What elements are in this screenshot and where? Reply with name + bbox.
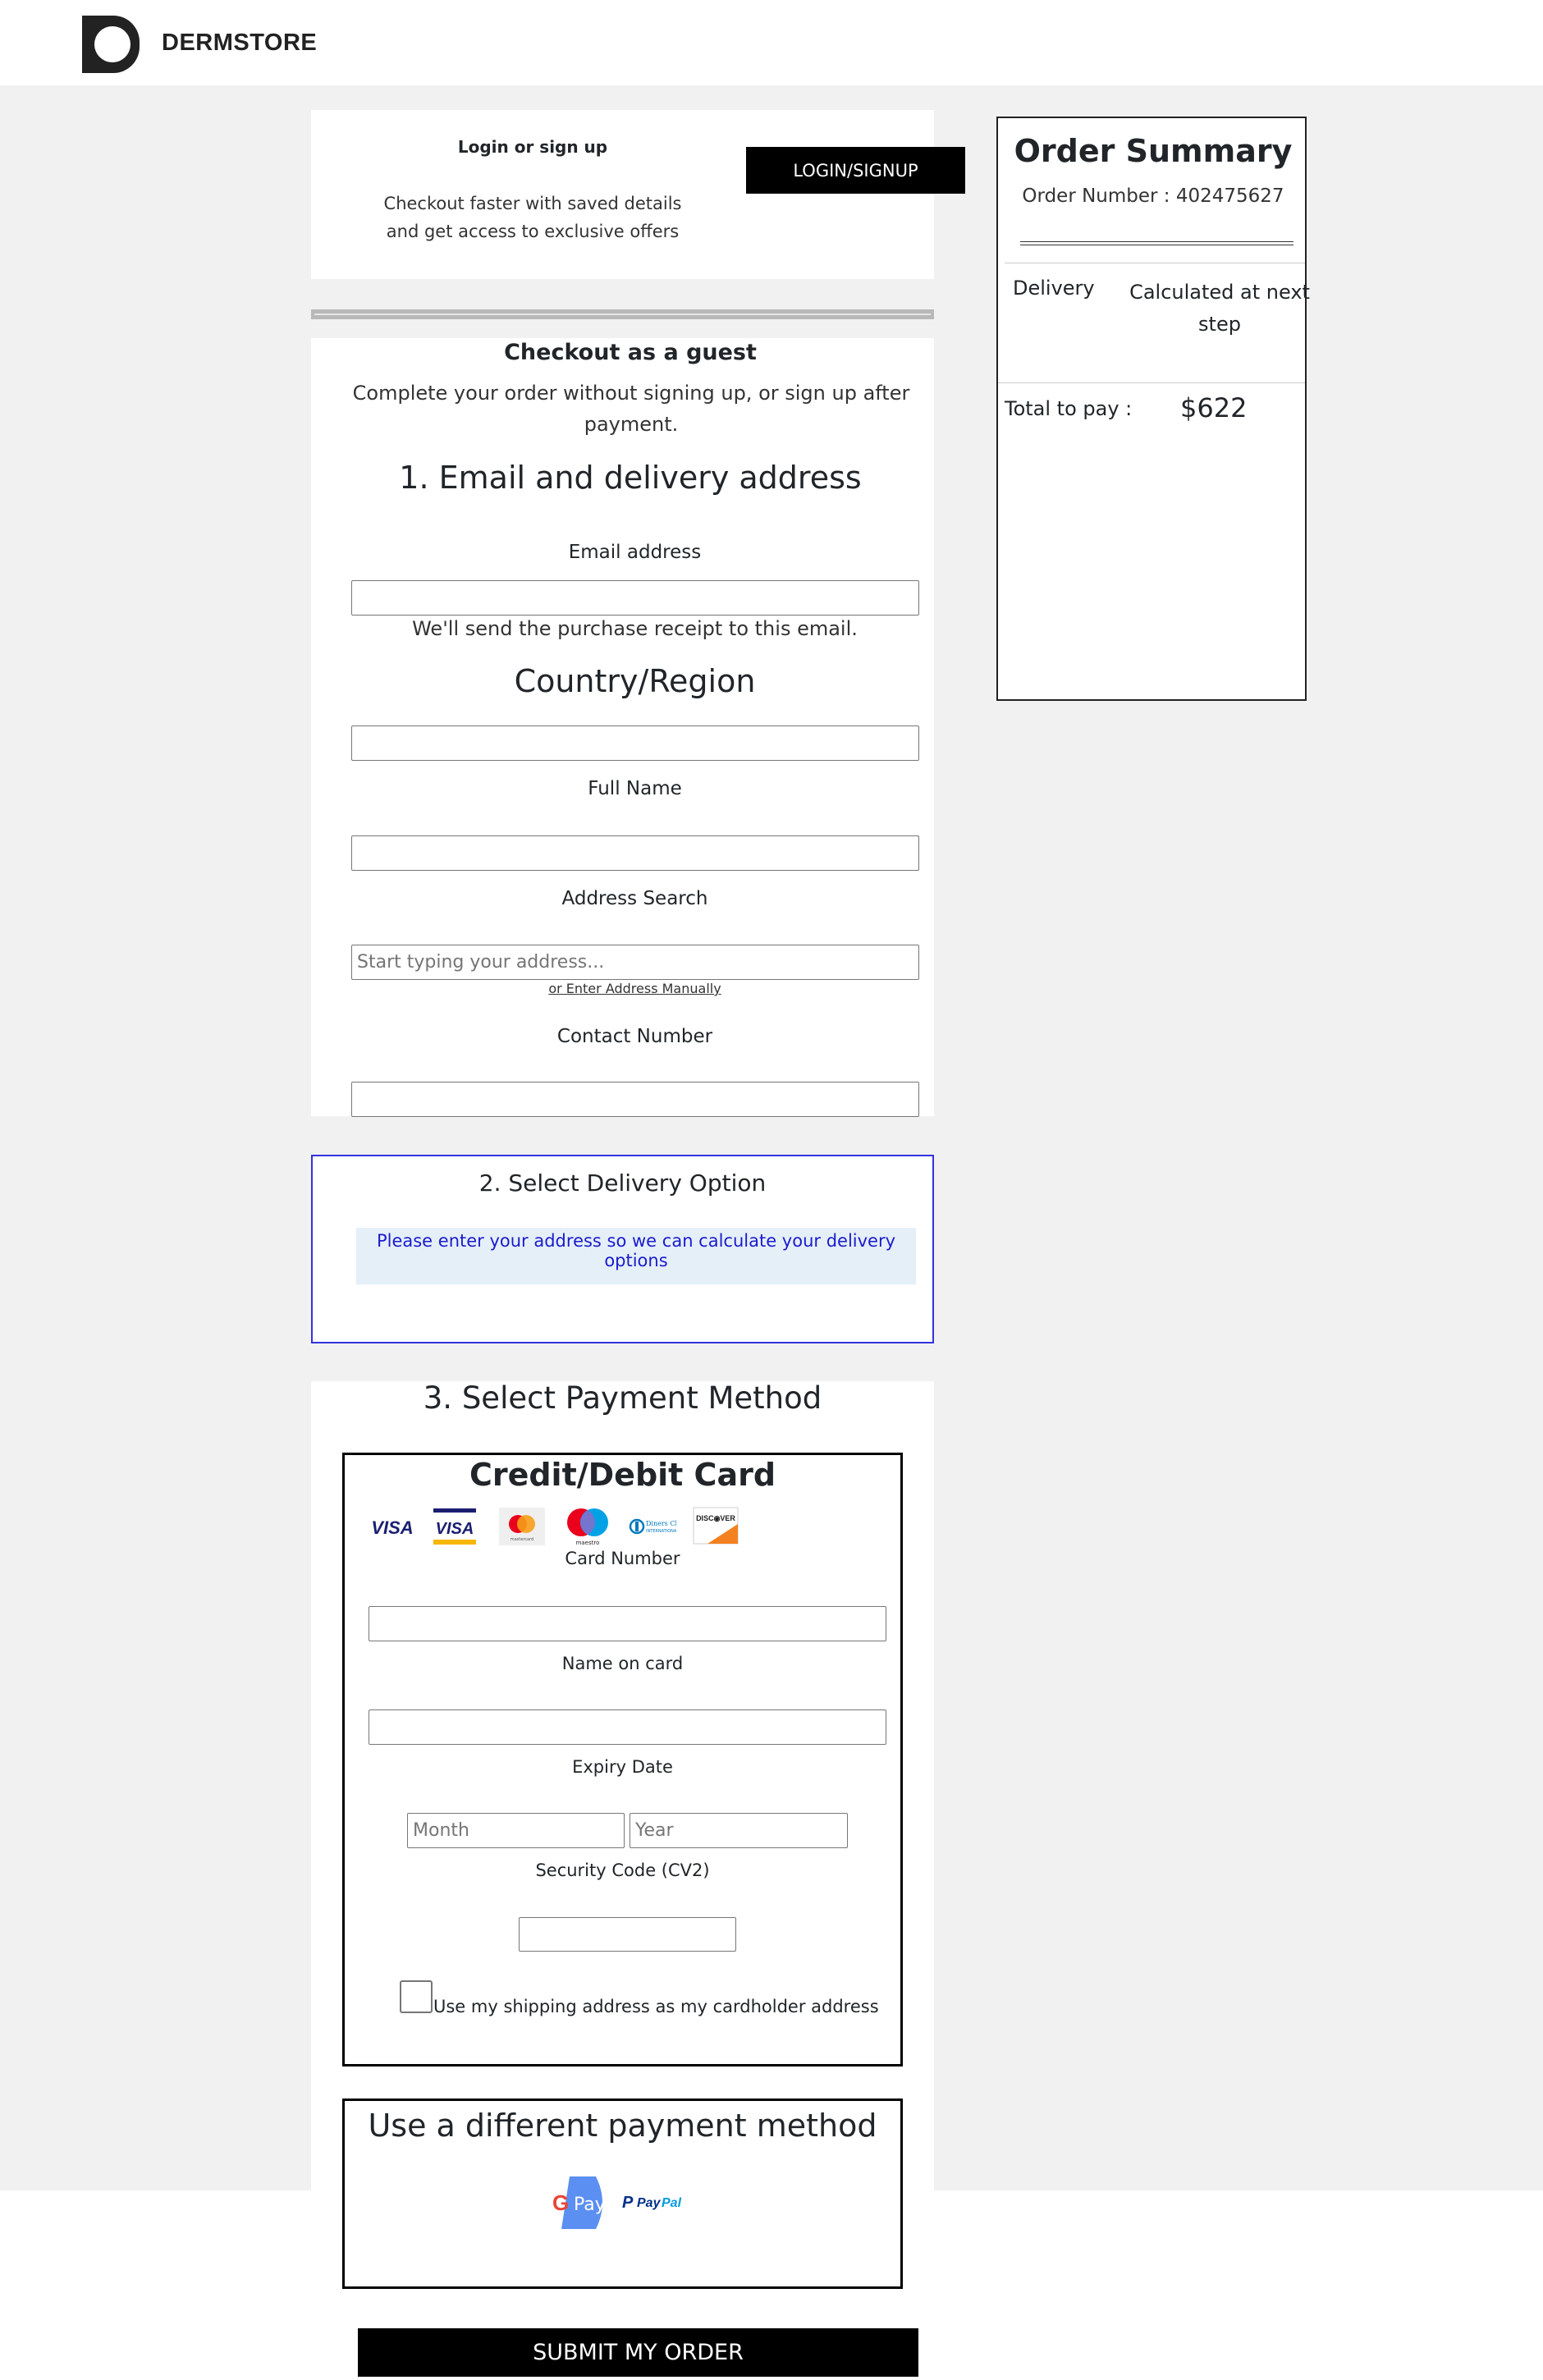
same-address-checkbox[interactable] — [400, 1980, 433, 2013]
guest-description: Complete your order without signing up, … — [352, 382, 910, 436]
email-hint: We'll send the purchase receipt to this … — [412, 617, 858, 640]
svg-text:maestro: maestro — [576, 1540, 600, 1546]
guest-title: Checkout as a guest — [504, 340, 757, 365]
svg-text:VISA: VISA — [371, 1517, 413, 1538]
discover-icon: DISC◉VER — [693, 1507, 739, 1545]
delivery-value: Calculated at next step — [1129, 281, 1310, 336]
login-title: Login or sign up — [457, 137, 608, 157]
expiry-year-input[interactable] — [630, 1813, 848, 1848]
svg-text:INTERNATIONAL: INTERNATIONAL — [646, 1529, 676, 1534]
email-label: Email address — [568, 542, 702, 563]
alternative-payment-panel: Use a different payment method G Pay P P… — [342, 2099, 903, 2289]
total-label: Total to pay : — [1005, 397, 1133, 420]
address-search-label: Address Search — [561, 888, 708, 909]
submit-order-button[interactable]: SUBMIT MY ORDER — [358, 2328, 918, 2377]
order-summary-title: Order Summary — [1014, 133, 1293, 169]
same-address-label[interactable]: Use my shipping address as my cardholder… — [433, 1997, 879, 2016]
delivery-label: Delivery — [1013, 277, 1095, 300]
address-search-input[interactable] — [351, 945, 919, 980]
dermstore-logo-icon[interactable] — [82, 16, 140, 73]
svg-text:Pay: Pay — [637, 2196, 662, 2210]
svg-text:mastercard: mastercard — [511, 1537, 533, 1542]
visa-classic-icon: VISA — [433, 1508, 476, 1545]
login-signup-button[interactable]: LOGIN/SIGNUP — [746, 147, 965, 194]
total-value: $622 — [1180, 392, 1248, 423]
section-divider — [311, 309, 934, 319]
svg-text:DISC◉VER: DISC◉VER — [696, 1514, 735, 1522]
brand-name[interactable]: DERMSTORE — [162, 30, 317, 57]
mastercard-icon: mastercard — [499, 1508, 545, 1545]
country-region-input[interactable] — [351, 725, 919, 761]
email-input[interactable] — [351, 580, 919, 616]
order-summary-panel: Order Summary Order Number : 402475627 D… — [996, 117, 1310, 701]
order-number: Order Number : 402475627 — [1022, 185, 1284, 207]
contact-number-label: Contact Number — [556, 1026, 713, 1047]
section3-title: 3. Select Payment Method — [423, 1380, 822, 1416]
svg-text:P: P — [622, 2194, 634, 2212]
security-code-input[interactable] — [519, 1917, 736, 1952]
login-description: Checkout faster with saved details and g… — [383, 194, 682, 241]
enter-address-manually-link[interactable]: or Enter Address Manually — [311, 981, 959, 996]
diners-club-icon: Diners Club INTERNATIONAL — [629, 1518, 676, 1535]
full-name-label: Full Name — [588, 778, 682, 799]
svg-text:G: G — [552, 2190, 569, 2215]
name-on-card-label: Name on card — [561, 1654, 684, 1673]
card-number-label: Card Number — [565, 1549, 680, 1568]
credit-card-panel: Credit/Debit Card VISA VISA mastercard m… — [342, 1453, 903, 2066]
svg-text:VISA: VISA — [436, 1520, 474, 1538]
credit-card-title: Credit/Debit Card — [469, 1457, 776, 1493]
section1-title: 1. Email and delivery address — [399, 460, 862, 496]
country-region-title: Country/Region — [514, 663, 756, 699]
delivery-info-message: Please enter your address so we can calc… — [356, 1228, 916, 1284]
paypal-icon[interactable]: P Pay Pal — [620, 2190, 696, 2214]
expiry-date-label: Expiry Date — [572, 1757, 673, 1777]
alternative-payment-title: Use a different payment method — [368, 2108, 877, 2144]
card-number-input[interactable] — [369, 1606, 886, 1641]
svg-text:Pal: Pal — [662, 2196, 682, 2210]
section2-title: 2. Select Delivery Option — [478, 1169, 767, 1197]
summary-row-divider — [998, 382, 1305, 383]
summary-divider — [1020, 241, 1293, 245]
svg-text:Pay: Pay — [574, 2195, 606, 2215]
expiry-month-input[interactable] — [407, 1813, 625, 1848]
contact-number-input[interactable] — [351, 1082, 919, 1117]
visa-icon: VISA — [371, 1517, 413, 1538]
delivery-option-panel: 2. Select Delivery Option Please enter y… — [311, 1155, 934, 1343]
security-code-label: Security Code (CV2) — [535, 1861, 710, 1880]
maestro-icon: maestro — [567, 1508, 608, 1546]
full-name-input[interactable] — [351, 835, 919, 871]
site-header: DERMSTORE — [0, 0, 1543, 85]
svg-text:Diners Club: Diners Club — [646, 1520, 676, 1527]
name-on-card-input[interactable] — [369, 1709, 886, 1745]
google-pay-icon[interactable]: G Pay — [545, 2176, 606, 2229]
